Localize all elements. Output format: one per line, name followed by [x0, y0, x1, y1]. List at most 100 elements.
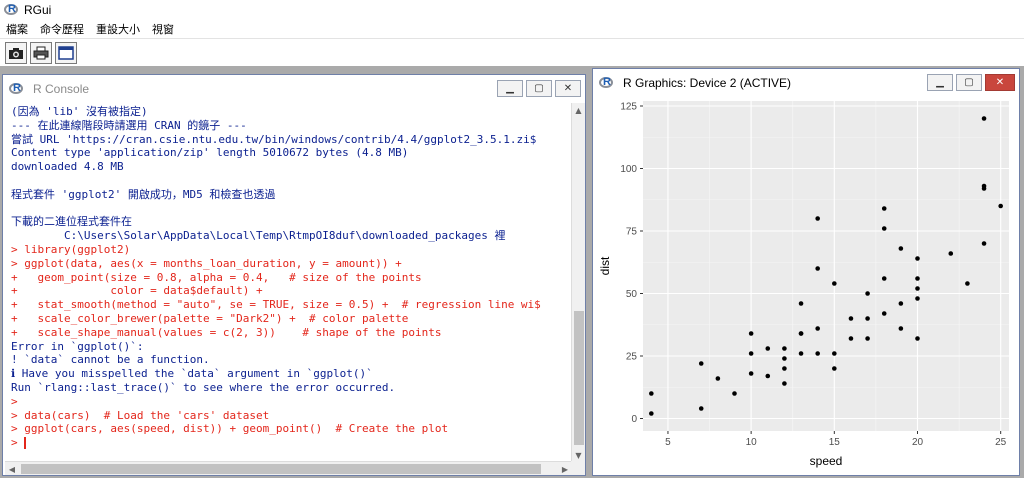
minimize-button[interactable]: ▁	[497, 80, 523, 97]
data-point	[915, 256, 920, 261]
y-tick-label: 25	[626, 352, 638, 363]
console-line: (因為 'lib' 沒有被指定)	[11, 105, 148, 118]
data-point	[832, 366, 837, 371]
data-point	[881, 226, 887, 231]
data-point	[715, 376, 721, 381]
plot-panel	[643, 101, 1009, 431]
r-logo-icon: R	[4, 3, 20, 17]
data-point	[798, 301, 804, 306]
window-button[interactable]	[55, 41, 77, 64]
close-button[interactable]: ✕	[555, 80, 581, 97]
camera-icon	[9, 47, 23, 59]
graphics-title: R Graphics: Device 2 (ACTIVE)	[623, 76, 792, 90]
data-point	[832, 351, 837, 356]
x-axis-label: speed	[810, 454, 843, 468]
scroll-thumb[interactable]	[21, 464, 541, 474]
close-button[interactable]: ✕	[985, 74, 1015, 91]
resize-grip[interactable]	[571, 461, 585, 475]
data-point	[915, 336, 920, 341]
console-output[interactable]: (因為 'lib' 沒有被指定) --- 在此連線階段時請選用 CRAN 的鏡子 …	[5, 103, 572, 462]
console-line: ℹ Have you misspelled the `data` argumen…	[11, 367, 373, 381]
y-tick-label: 75	[626, 227, 638, 238]
printer-icon	[33, 46, 49, 59]
maximize-button[interactable]: ▢	[956, 74, 982, 91]
data-point	[948, 251, 954, 256]
minimize-icon: ▁	[506, 83, 514, 94]
close-icon: ✕	[563, 83, 573, 94]
data-point	[898, 301, 904, 306]
mdi-workspace: R R Console ▁ ▢ ✕ (因為 'lib' 沒有被指定) --- 在此…	[0, 66, 1024, 478]
data-point	[965, 281, 970, 286]
data-point	[998, 203, 1003, 209]
data-point	[898, 326, 904, 331]
x-tick-label: 5	[665, 437, 671, 448]
menu-windows[interactable]: 視窗	[152, 21, 174, 37]
data-point	[748, 371, 754, 376]
console-line: downloaded 4.8 MB	[11, 160, 124, 174]
console-line: 下載的二進位程式套件在	[11, 215, 132, 229]
scroll-left-icon[interactable]: ◀	[5, 462, 19, 476]
console-line: 嘗試 URL 'https://cran.csie.ntu.edu.tw/bin…	[11, 132, 537, 146]
data-point	[865, 316, 870, 321]
data-point	[782, 346, 787, 351]
console-line: Run `rlang::last_trace()` to see where t…	[11, 380, 396, 394]
y-tick-label: 100	[620, 164, 637, 175]
scroll-right-icon[interactable]: ▶	[558, 462, 572, 476]
text-cursor	[24, 437, 27, 450]
data-point	[782, 366, 787, 371]
scroll-down-icon[interactable]: ▼	[572, 448, 585, 462]
x-tick-label: 20	[912, 437, 924, 448]
data-point	[815, 216, 820, 221]
console-line: + color = data$default) +	[11, 284, 263, 298]
data-point	[865, 291, 870, 296]
menu-history[interactable]: 命令歷程	[40, 21, 84, 37]
console-window: R R Console ▁ ▢ ✕ (因為 'lib' 沒有被指定) --- 在此…	[2, 74, 586, 476]
data-point	[732, 391, 737, 396]
plot-area: 5 10 15 20 25 0 25 50 75 100 125 speed dist	[595, 97, 1017, 473]
console-line: + scale_shape_manual(values = c(2, 3)) #…	[11, 325, 442, 339]
data-point	[881, 311, 887, 316]
copy-metafile-button[interactable]	[5, 41, 27, 64]
maximize-button[interactable]: ▢	[526, 80, 552, 97]
console-line: > data(cars) # Load the 'cars' dataset	[11, 408, 270, 422]
app-title: RGui	[24, 3, 52, 17]
data-point	[881, 206, 887, 211]
console-title-bar[interactable]: R R Console ▁ ▢ ✕	[3, 75, 585, 103]
console-line: >	[11, 394, 18, 408]
data-point	[815, 351, 820, 356]
menu-file[interactable]: 檔案	[6, 21, 28, 37]
scroll-up-icon[interactable]: ▲	[572, 103, 585, 117]
data-point	[881, 276, 887, 281]
console-vertical-scrollbar[interactable]: ▲ ▼	[571, 103, 585, 462]
menu-bar: 檔案 命令歷程 重設大小 視窗	[0, 20, 1024, 38]
console-line: --- 在此連線階段時請選用 CRAN 的鏡子 ---	[11, 118, 247, 132]
data-point	[782, 356, 787, 361]
maximize-icon: ▢	[964, 77, 974, 88]
y-axis-label: dist	[598, 256, 612, 275]
data-point	[649, 411, 654, 416]
data-point	[748, 331, 754, 336]
data-point	[782, 381, 787, 386]
data-point	[649, 391, 654, 396]
menu-resize[interactable]: 重設大小	[96, 21, 140, 37]
scroll-thumb[interactable]	[574, 311, 584, 445]
console-horizontal-scrollbar[interactable]: ◀ ▶	[5, 461, 572, 475]
console-line: + geom_point(size = 0.8, alpha = 0.4, # …	[11, 270, 422, 284]
x-tick-label: 25	[995, 437, 1007, 448]
data-point	[698, 361, 704, 366]
console-line: >	[11, 436, 27, 450]
app-title-bar: R RGui	[0, 0, 1024, 20]
x-tick-label: 15	[829, 437, 841, 448]
data-point	[981, 116, 987, 121]
print-button[interactable]	[30, 41, 52, 64]
data-point	[765, 346, 771, 351]
console-line: Content type 'application/zip' length 50…	[11, 146, 409, 160]
r-logo-icon: R	[9, 82, 25, 96]
data-point	[815, 266, 820, 271]
data-point	[698, 406, 704, 411]
graphics-title-bar[interactable]: R R Graphics: Device 2 (ACTIVE) ▁ ▢ ✕	[593, 69, 1019, 97]
console-line: Error in `ggplot()`:	[11, 339, 144, 353]
data-point	[765, 373, 771, 379]
minimize-button[interactable]: ▁	[927, 74, 953, 91]
